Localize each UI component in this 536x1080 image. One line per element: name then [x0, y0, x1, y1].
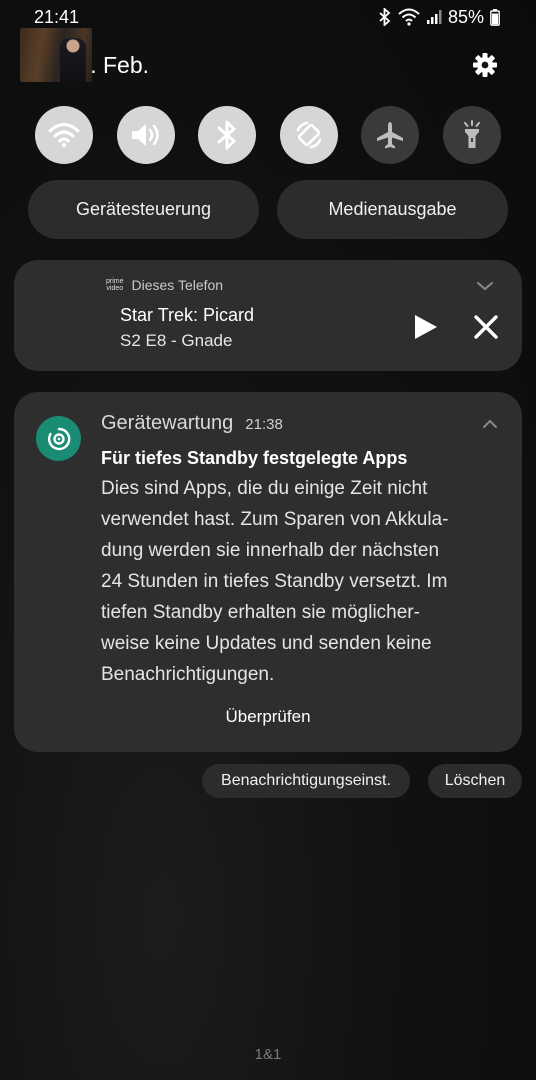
flashlight-icon [463, 120, 480, 148]
signal-icon [426, 10, 442, 24]
notification-body-line: Benachrichtigungen. [101, 664, 275, 685]
rotate-icon [296, 121, 322, 149]
bluetooth-icon [217, 120, 236, 150]
device-control-button[interactable]: Gerätesteuerung [28, 180, 259, 239]
play-icon[interactable] [410, 312, 440, 342]
notification-header: Gerätewartung 21:38 [101, 412, 283, 435]
chevron-down-icon[interactable] [476, 280, 494, 292]
header-row: Mi., 8. Feb. [34, 48, 498, 82]
status-icons: 85% [378, 7, 500, 28]
media-source: prime video Dieses Telefon [106, 277, 223, 293]
notification-actions-row: Benachrichtigungseinst. Löschen [0, 764, 536, 798]
battery-percent: 85% [447, 6, 484, 27]
notification-title: Für tiefes Standby festgelegte Apps [101, 448, 408, 468]
prime-video-logo: prime video [106, 278, 124, 292]
carrier-label: 1&1 [254, 1046, 282, 1063]
battery-icon [490, 8, 500, 26]
volume-icon [131, 124, 159, 146]
review-button[interactable]: Überprüfen [200, 702, 336, 732]
device-care-icon [47, 427, 70, 450]
notification-body-line: weise keine Updates und senden keine [101, 633, 432, 654]
wifi-icon [48, 123, 80, 148]
wifi-toggle[interactable] [35, 106, 93, 164]
notification-body-line: Dies sind Apps, die du einige Zeit nicht [101, 478, 428, 499]
media-output-button[interactable]: Medienausgabe [277, 180, 508, 239]
sound-toggle[interactable] [116, 106, 175, 164]
bluetooth-toggle[interactable] [198, 106, 257, 164]
media-subtitle: S2 E8 - Gnade [120, 331, 233, 350]
chevron-up-icon[interactable] [482, 418, 498, 430]
gear-icon[interactable] [472, 52, 498, 78]
wifi-icon [398, 8, 420, 26]
notification-body: Dies sind Apps, die du einige Zeit nicht… [101, 473, 506, 690]
notification-body-line: 24 Stunden in tiefes Standby versetzt. I… [101, 571, 448, 592]
status-time: 21:41 [34, 6, 80, 27]
auto-rotate-toggle[interactable] [279, 106, 338, 164]
airplane-icon [377, 122, 404, 149]
notification-app-name: Gerätewartung [101, 412, 234, 434]
clear-all-button[interactable]: Löschen [428, 764, 522, 798]
close-icon[interactable] [472, 313, 500, 341]
media-source-label: Dieses Telefon [131, 277, 224, 293]
notification-time: 21:38 [245, 416, 283, 433]
media-title: Star Trek: Picard [120, 305, 255, 325]
quick-settings-row [35, 106, 501, 164]
notification-body-line: verwendet hast. Zum Sparen von Akkula- [101, 509, 449, 530]
bluetooth-icon [379, 8, 391, 26]
media-player-card[interactable] [14, 260, 522, 371]
media-thumbnail [20, 28, 92, 82]
notification-body-line: dung werden sie innerhalb der nächsten [101, 540, 440, 561]
pill-button-row: Gerätesteuerung Medienausgabe [28, 180, 508, 239]
airplane-toggle[interactable] [361, 106, 420, 164]
notification-body-line: tiefen Standby erhalten sie möglicher- [101, 602, 420, 623]
flashlight-toggle[interactable] [442, 106, 501, 164]
notification-settings-button[interactable]: Benachrichtigungseinst. [202, 764, 410, 798]
device-care-app-icon [36, 416, 81, 461]
